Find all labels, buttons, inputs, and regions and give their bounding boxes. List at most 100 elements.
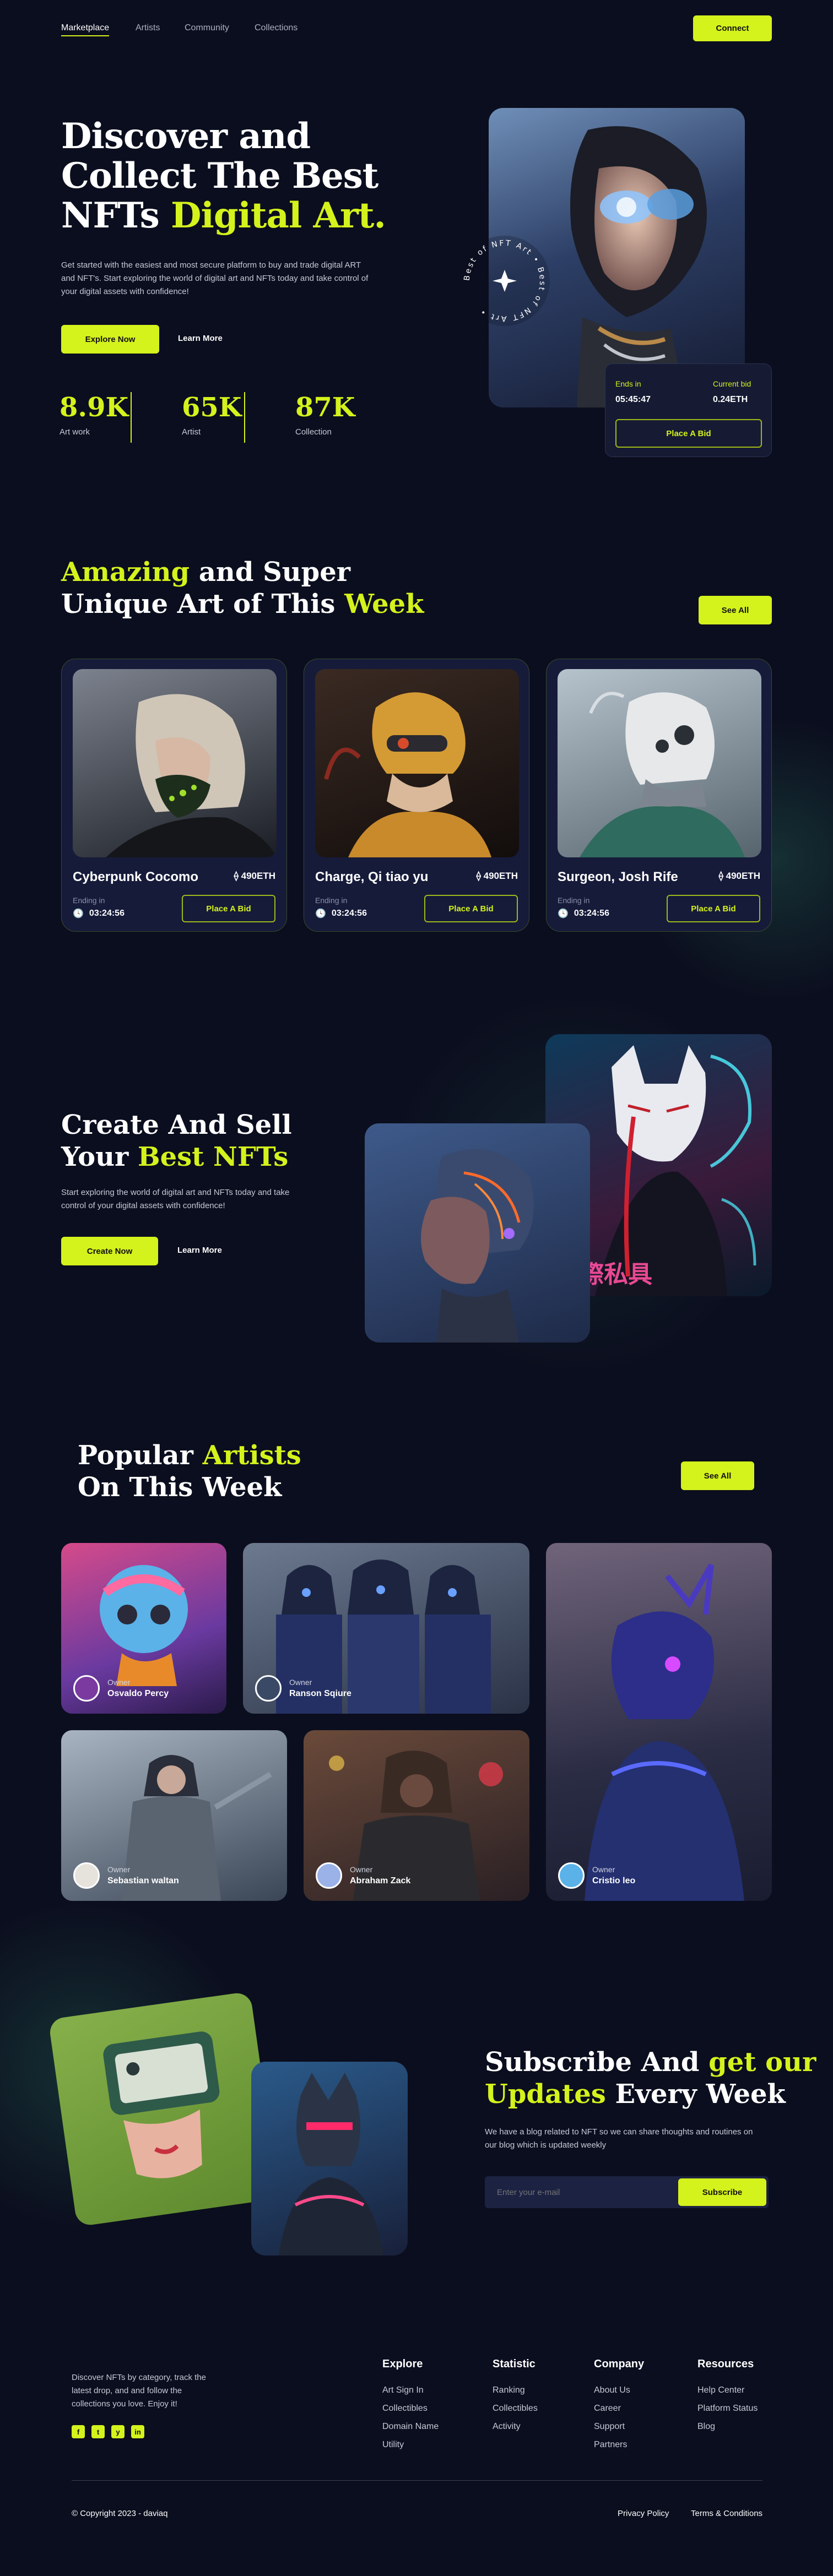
privacy-policy-link[interactable]: Privacy Policy: [618, 2509, 669, 2518]
avatar: [73, 1675, 100, 1702]
art-card-price: ⟠ 490ETH: [477, 871, 518, 882]
subscribe-button[interactable]: Subscribe: [678, 2178, 766, 2206]
art-card-price: ⟠ 490ETH: [719, 871, 761, 882]
amazing-see-all-button[interactable]: See All: [699, 596, 772, 624]
art-card-ending-label: Ending in: [558, 896, 590, 905]
nav-community[interactable]: Community: [185, 23, 229, 33]
footer-about: Discover NFTs by category, track the lat…: [72, 2373, 206, 2409]
stat-artist: 65K Artist: [182, 392, 242, 437]
art-card-timer: 🕓 03:24:56: [558, 908, 609, 919]
facebook-icon[interactable]: f: [72, 2425, 85, 2438]
art-card-price-value: 490ETH: [726, 871, 760, 881]
stat-artist-value: 65K: [182, 392, 242, 423]
footer-link[interactable]: Domain Name: [382, 2422, 439, 2432]
art-card-title: Cyberpunk Cocomo: [73, 869, 199, 884]
eth-icon: ⟠: [718, 871, 726, 881]
subscribe-title-main: Subscribe And: [485, 2047, 700, 2078]
footer-link[interactable]: Platform Status: [697, 2404, 758, 2414]
art-card-timer-value: 03:24:56: [331, 909, 367, 918]
amazing-section-title: Amazing and Super Unique Art of This Wee…: [61, 556, 424, 620]
twitter-icon[interactable]: y: [111, 2425, 125, 2438]
stat-artwork-value: 8.9K: [60, 392, 129, 423]
art-card-2[interactable]: Charge, Qi tiao yu ⟠ 490ETH Ending in 🕓 0…: [304, 659, 529, 932]
email-input[interactable]: [485, 2176, 683, 2208]
linkedin-icon[interactable]: in: [131, 2425, 144, 2438]
footer-link[interactable]: Collectibles: [382, 2404, 428, 2414]
artist-card[interactable]: Owner Abraham Zack: [304, 1730, 529, 1901]
footer-link[interactable]: Activity: [493, 2422, 521, 2432]
footer-link[interactable]: Utility: [382, 2440, 404, 2450]
owner-label: Owner: [592, 1865, 615, 1874]
hero-learn-more-link[interactable]: Learn More: [178, 334, 223, 343]
hero-title-line3: NFTs Digital Art.: [61, 196, 386, 236]
avatar: [558, 1862, 585, 1889]
avatar: [73, 1862, 100, 1889]
art-card-title: Charge, Qi tiao yu: [315, 869, 429, 884]
avatar: [255, 1675, 282, 1702]
subscribe-vr-image: [48, 1991, 279, 2227]
stat-artwork-label: Art work: [60, 427, 90, 437]
telegram-icon[interactable]: t: [91, 2425, 105, 2438]
art-card-place-bid-button[interactable]: Place A Bid: [182, 895, 275, 922]
nav-artists[interactable]: Artists: [136, 23, 160, 33]
current-bid-label: Current bid: [713, 379, 751, 388]
footer-link[interactable]: Support: [594, 2422, 625, 2432]
artist-card[interactable]: Owner Sebastian waltan: [61, 1730, 287, 1901]
art-card-timer: 🕓 03:24:56: [73, 908, 125, 919]
footer-link[interactable]: Career: [594, 2404, 621, 2414]
create-title-line1: Create And Sell: [61, 1110, 292, 1140]
stat-collection: 87K Collection: [295, 392, 355, 437]
stat-artwork: 8.9K Art work: [60, 392, 128, 437]
amazing-title-line1: Amazing and Super: [61, 556, 424, 588]
owner-label: Owner: [289, 1678, 312, 1687]
art-card-place-bid-button[interactable]: Place A Bid: [424, 895, 518, 922]
artists-section-title: Popular Artists On This Week: [78, 1439, 301, 1503]
explore-now-button[interactable]: Explore Now: [61, 325, 159, 354]
owner-label: Owner: [107, 1678, 131, 1687]
hero-place-bid-button[interactable]: Place A Bid: [615, 419, 762, 448]
current-bid-value: 0.24ETH: [713, 395, 748, 404]
terms-link[interactable]: Terms & Conditions: [691, 2509, 762, 2518]
owner-name: Ranson Sqiure: [289, 1689, 351, 1698]
art-card-timer-value: 03:24:56: [89, 909, 125, 918]
nav-collections[interactable]: Collections: [255, 23, 298, 33]
artist-card[interactable]: Owner Ranson Sqiure: [243, 1543, 529, 1714]
footer-link[interactable]: Partners: [594, 2440, 627, 2450]
footer-link[interactable]: Blog: [697, 2422, 715, 2432]
footer-link[interactable]: Collectibles: [493, 2404, 538, 2414]
owner-name: Sebastian waltan: [107, 1876, 179, 1885]
footer-link[interactable]: About Us: [594, 2385, 630, 2395]
subscribe-title-accent: get our: [708, 2047, 816, 2078]
subscribe-form: Subscribe: [485, 2176, 769, 2208]
artists-see-all-button[interactable]: See All: [681, 1461, 754, 1490]
create-description: Start exploring the world of digital art…: [61, 1188, 290, 1210]
art-card-ending-label: Ending in: [315, 896, 348, 905]
footer-link[interactable]: Help Center: [697, 2385, 744, 2395]
footer-link[interactable]: Art Sign In: [382, 2385, 424, 2395]
art-card-image: [315, 669, 519, 857]
nav-marketplace[interactable]: Marketplace: [61, 23, 110, 36]
art-card-image: [73, 669, 277, 857]
copyright: © Copyright 2023 - daviaq: [72, 2509, 168, 2518]
footer-divider: [72, 2480, 762, 2481]
amazing-title-line2: Unique Art of This Week: [61, 588, 424, 620]
artist-card[interactable]: Owner Cristio leo: [546, 1543, 772, 1901]
artist-owner: Owner Cristio leo: [558, 1862, 635, 1889]
subscribe-title-line1: Subscribe And get our: [485, 2046, 816, 2078]
footer-link[interactable]: Ranking: [493, 2385, 525, 2395]
art-card-timer: 🕓 03:24:56: [315, 908, 367, 919]
artists-title-line2: On This Week: [78, 1472, 282, 1503]
connect-button[interactable]: Connect: [693, 15, 772, 41]
create-title-your: Your: [61, 1142, 129, 1172]
artist-card[interactable]: Owner Osvaldo Percy: [61, 1543, 226, 1714]
owner-label: Owner: [107, 1865, 131, 1874]
subscribe-title-week: Every Week: [615, 2079, 786, 2110]
art-card-3[interactable]: Surgeon, Josh Rife ⟠ 490ETH Ending in 🕓 0…: [546, 659, 772, 932]
owner-label: Owner: [350, 1865, 373, 1874]
amazing-title-week: Week: [344, 589, 424, 619]
art-card-place-bid-button[interactable]: Place A Bid: [667, 895, 760, 922]
create-learn-more-link[interactable]: Learn More: [177, 1246, 222, 1255]
subscribe-title-line2: Updates Every Week: [485, 2078, 816, 2110]
art-card-1[interactable]: Cyberpunk Cocomo ⟠ 490ETH Ending in 🕓 03:…: [61, 659, 287, 932]
create-now-button[interactable]: Create Now: [61, 1237, 158, 1265]
